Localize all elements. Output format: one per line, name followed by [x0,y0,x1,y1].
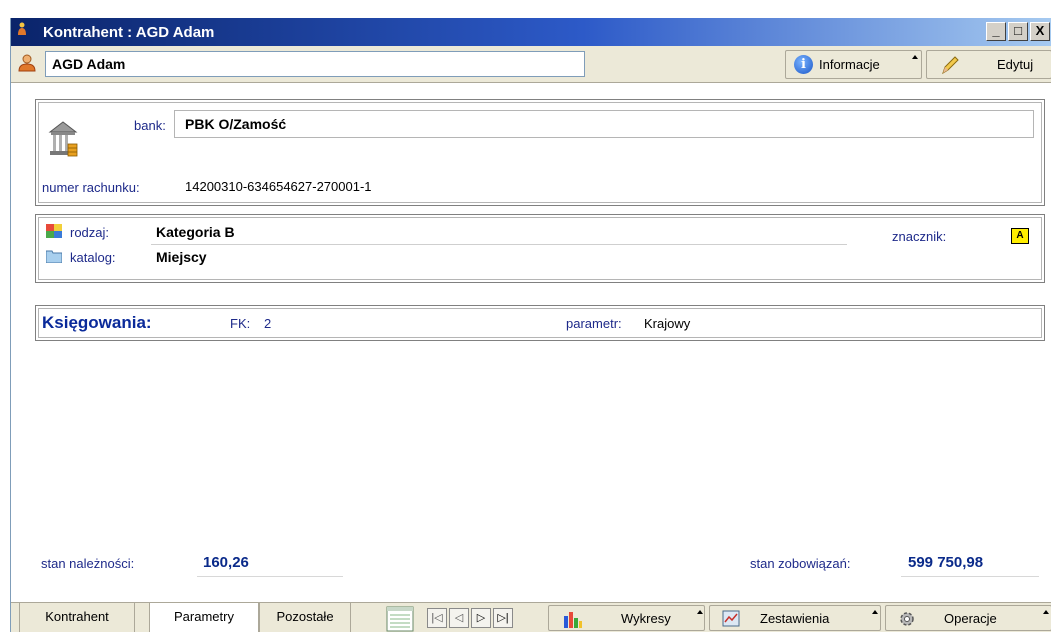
contractor-name-field[interactable]: AGD Adam [45,51,585,77]
window-title: Kontrahent : AGD Adam [43,24,215,41]
liabilities-label: stan zobowiązań: [750,556,851,571]
pencil-icon [942,55,959,74]
wykresy-caret-icon [697,610,703,614]
edit-button-label: Edytuj [997,57,1034,72]
close-button[interactable]: X [1030,22,1050,41]
tab-parametry[interactable]: Parametry [149,603,259,632]
account-label: numer rachunku: [42,180,140,195]
znacznik-marker[interactable]: A [1011,228,1029,244]
rodzaj-label: rodzaj: [70,225,110,240]
fk-value[interactable]: 2 [264,316,271,331]
last-record-button[interactable]: ▷| [493,608,513,628]
operacje-button[interactable]: Operacje [885,605,1051,631]
category-icon [46,224,62,238]
wykresy-button[interactable]: Wykresy [548,605,705,631]
bank-field-box [174,110,1034,138]
operacje-caret-icon [1043,610,1049,614]
edit-button[interactable]: Edytuj [926,50,1051,79]
katalog-label: katalog: [70,250,116,265]
bank-section: bank: PBK O/Zamość numer rachunku: 14200… [35,99,1045,206]
tab-kontrahent[interactable]: Kontrahent [19,603,135,632]
bottom-toolbar: Kontrahent Parametry Pozostałe |◁ ◁ ▷ ▷|… [11,602,1051,632]
account-number[interactable]: 14200310-634654627-270001-1 [185,179,372,194]
main-content: bank: PBK O/Zamość numer rachunku: 14200… [11,82,1051,602]
katalog-value[interactable]: Miejscy [156,249,207,265]
liabilities-value: 599 750,98 [908,554,984,571]
zestawienia-label: Zestawienia [760,611,830,626]
zestawienia-caret-icon [872,610,878,614]
folder-icon [46,250,62,263]
receivables-label: stan należności: [41,556,135,571]
ksiegowania-title: Księgowania: [42,313,152,332]
minimize-button[interactable]: _ [986,22,1006,41]
bank-value[interactable]: PBK O/Zamość [185,116,286,132]
bank-label: bank: [134,118,166,133]
first-record-button[interactable]: |◁ [427,608,447,628]
zestawienia-button[interactable]: Zestawienia [709,605,881,631]
category-section: rodzaj: Kategoria B katalog: Miejscy zna… [35,214,1045,283]
next-record-button[interactable]: ▷ [471,608,491,628]
dropdown-caret-icon [912,55,918,59]
title-bar[interactable]: Kontrahent : AGD Adam _ □ X [11,18,1051,46]
receivables-value: 160,26 [203,554,249,571]
parametr-value[interactable]: Krajowy [644,316,690,331]
info-button[interactable]: i Informacje [785,50,922,79]
contractor-icon [18,54,36,72]
znacznik-label: znacznik: [892,229,947,244]
bar-chart-icon [564,612,582,628]
info-icon: i [794,55,813,74]
info-button-label: Informacje [819,57,880,72]
contractor-window: Kontrahent : AGD Adam _ □ X AGD Adam i I… [10,18,1051,632]
notepad-icon[interactable] [386,605,414,632]
bank-icon [48,121,78,157]
wykresy-label: Wykresy [621,611,671,626]
parametr-label: parametr: [566,316,622,331]
operacje-label: Operacje [944,611,997,626]
tab-pozostale[interactable]: Pozostałe [259,603,351,632]
fk-label: FK: [230,316,251,331]
gear-icon [900,612,914,626]
person-icon [18,22,26,35]
report-icon [722,610,740,627]
maximize-button[interactable]: □ [1008,22,1028,41]
prev-record-button[interactable]: ◁ [449,608,469,628]
rodzaj-value[interactable]: Kategoria B [156,224,235,240]
ksiegowania-section: Księgowania: FK: 2 parametr: Krajowy [35,305,1045,341]
header-toolbar: AGD Adam i Informacje Edytuj [11,46,1051,82]
